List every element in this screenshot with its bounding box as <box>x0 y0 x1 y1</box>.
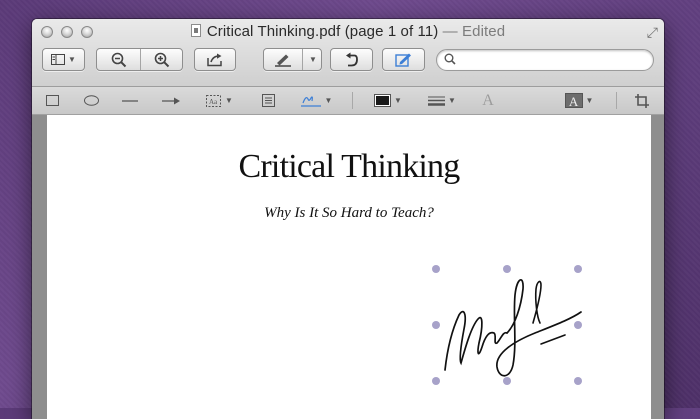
arrow-icon <box>162 97 180 104</box>
rotate-icon <box>345 52 358 66</box>
selection-handle-bottom-right[interactable] <box>574 377 582 385</box>
selection-handle-top[interactable] <box>503 265 511 273</box>
note-tool[interactable] <box>259 87 277 114</box>
markup-pen-button[interactable] <box>264 49 302 70</box>
handwritten-signature <box>444 279 582 377</box>
annotate-icon <box>394 53 411 67</box>
note-icon <box>261 94 275 107</box>
document-title: Critical Thinking <box>238 148 461 185</box>
signature-tool[interactable]: ▼ <box>296 87 336 114</box>
share-icon <box>207 53 222 66</box>
crop-icon <box>635 93 649 108</box>
chevron-down-icon: ▼ <box>68 55 76 64</box>
selection-handle-top-right[interactable] <box>574 265 582 273</box>
pdf-document-icon <box>190 24 201 37</box>
border-color-tool[interactable]: ▼ <box>368 87 408 114</box>
markup-toolbar: Aa ▼ ▼ ▼ ▼ A A ▼ <box>32 87 664 115</box>
border-color-icon <box>374 94 392 107</box>
title-bar: Critical Thinking.pdf (page 1 of 11) — E… <box>32 19 664 87</box>
toolbar-separator <box>616 92 617 109</box>
window-edited-label: — Edited <box>442 23 506 40</box>
window-title: Critical Thinking.pdf (page 1 of 11) — E… <box>32 23 664 40</box>
search-icon <box>444 53 456 68</box>
chevron-down-icon: ▼ <box>448 96 456 105</box>
fullscreen-icon[interactable]: ⤢ <box>647 24 658 41</box>
selection-handle-left[interactable] <box>432 321 440 329</box>
sidebar-view-icon <box>51 54 66 65</box>
chevron-down-icon: ▼ <box>324 96 333 105</box>
selection-handle-bottom-left[interactable] <box>432 377 440 385</box>
selection-handle-top-left[interactable] <box>432 265 440 273</box>
share-button[interactable] <box>194 48 236 71</box>
zoom-in-icon <box>154 52 170 67</box>
selection-handle-bottom[interactable] <box>503 377 511 385</box>
markup-pen-dropdown[interactable]: ▼ <box>303 49 323 70</box>
zoom-in-button[interactable] <box>141 49 183 70</box>
toolbar-separator <box>352 92 353 109</box>
fill-color-icon: A <box>564 93 583 109</box>
pdf-page[interactable]: Critical Thinking Why Is It So Hard to T… <box>47 115 651 419</box>
rectangle-icon <box>45 95 59 106</box>
chevron-down-icon: ▼ <box>225 96 233 105</box>
fill-color-tool[interactable]: A ▼ <box>559 87 599 114</box>
pen-icon <box>275 54 291 67</box>
line-tool[interactable] <box>120 87 140 114</box>
line-style-icon <box>428 96 446 106</box>
zoom-control <box>96 48 183 71</box>
rotate-button[interactable] <box>330 48 373 71</box>
selection-handle-right[interactable] <box>574 321 582 329</box>
zoom-out-button[interactable] <box>97 49 140 70</box>
window-page-info: (page 1 of 11) <box>344 23 439 40</box>
rectangle-tool[interactable] <box>42 87 62 114</box>
chevron-down-icon: ▼ <box>309 55 317 64</box>
oval-icon <box>83 95 99 106</box>
search-field[interactable] <box>436 49 654 71</box>
window-filename: Critical Thinking.pdf <box>206 23 341 40</box>
arrow-tool[interactable] <box>160 87 182 114</box>
text-box-tool[interactable]: Aa ▼ <box>200 87 238 114</box>
oval-tool[interactable] <box>80 87 102 114</box>
chevron-down-icon: ▼ <box>394 96 402 105</box>
zoom-out-icon <box>111 52 126 67</box>
crop-tool[interactable] <box>631 87 653 114</box>
document-viewer[interactable]: Critical Thinking Why Is It So Hard to T… <box>32 115 664 419</box>
markup-pen-control: ▼ <box>263 48 322 71</box>
line-style-tool[interactable]: ▼ <box>423 87 461 114</box>
signature-annotation[interactable] <box>432 265 587 387</box>
text-box-icon: Aa <box>206 94 222 107</box>
view-menu-button[interactable]: ▼ <box>42 48 85 71</box>
signature-icon <box>300 95 321 107</box>
text-style-tool[interactable]: A <box>478 87 498 114</box>
document-subtitle: Why Is It So Hard to Teach? <box>264 205 434 221</box>
svg-text:Aa: Aa <box>209 98 218 106</box>
preview-window: Critical Thinking.pdf (page 1 of 11) — E… <box>32 19 664 419</box>
annotate-toggle-button[interactable] <box>382 48 425 71</box>
line-icon <box>122 99 138 102</box>
chevron-down-icon: ▼ <box>585 96 594 105</box>
